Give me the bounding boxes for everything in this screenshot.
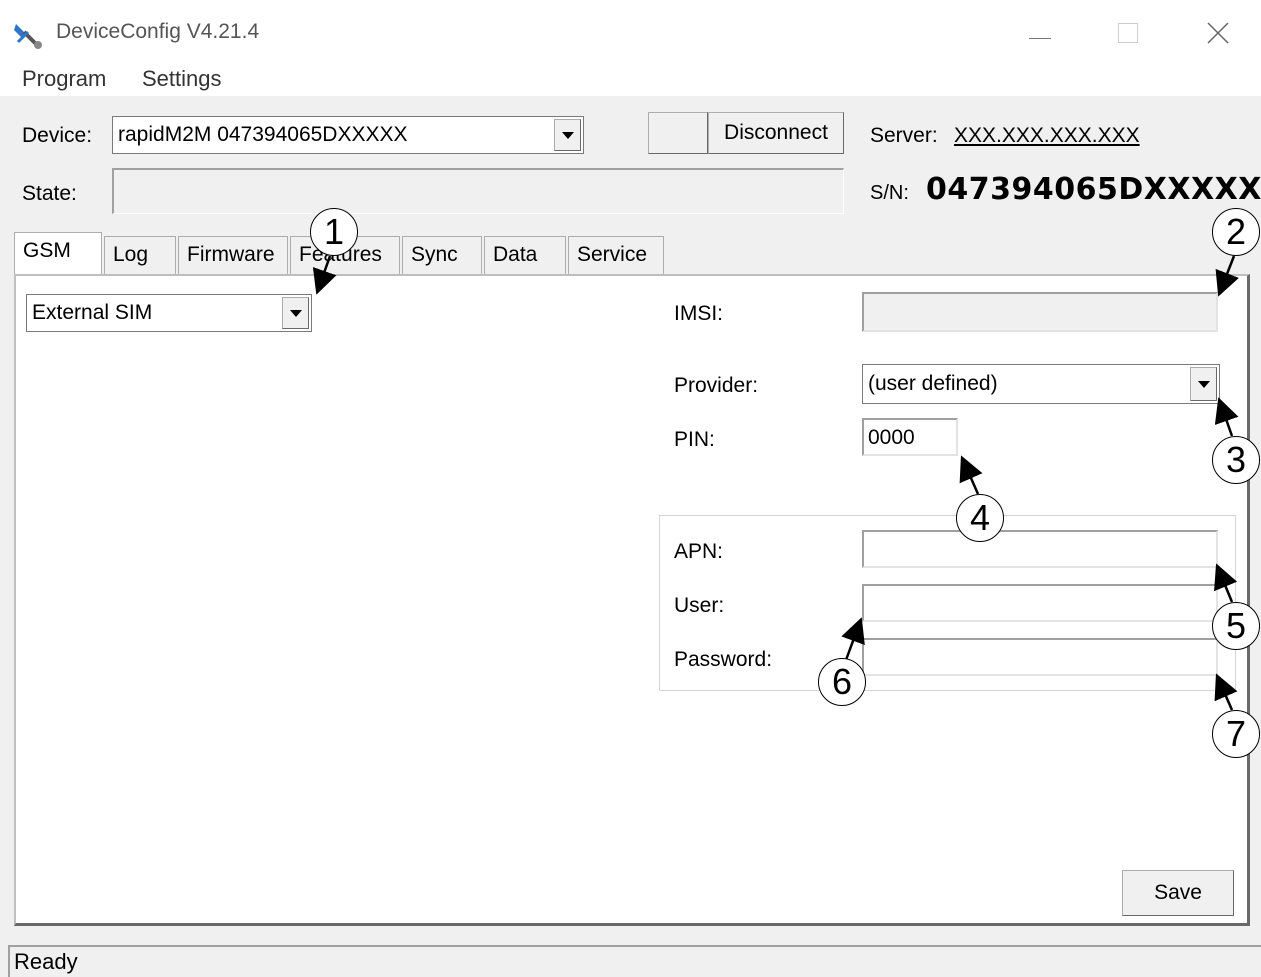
status-text: Ready bbox=[14, 949, 78, 974]
callout-3: 3 bbox=[1212, 436, 1260, 484]
callout-4-arrow bbox=[959, 455, 983, 495]
callout-4: 4 bbox=[956, 494, 1004, 542]
callout-2-arrow bbox=[1215, 255, 1239, 297]
callout-1: 1 bbox=[310, 208, 358, 256]
callout-5-arrow bbox=[1214, 563, 1238, 603]
callout-2: 2 bbox=[1212, 208, 1260, 256]
callout-1-arrow bbox=[312, 255, 337, 295]
callout-6-arrow bbox=[841, 617, 865, 661]
callout-3-arrow bbox=[1214, 397, 1239, 437]
callout-6: 6 bbox=[818, 658, 866, 706]
status-bar: Ready bbox=[8, 945, 1261, 977]
callout-7-arrow bbox=[1214, 673, 1238, 711]
callout-arrows bbox=[312, 255, 1239, 711]
callout-7: 7 bbox=[1212, 710, 1260, 758]
callout-5: 5 bbox=[1212, 602, 1260, 650]
